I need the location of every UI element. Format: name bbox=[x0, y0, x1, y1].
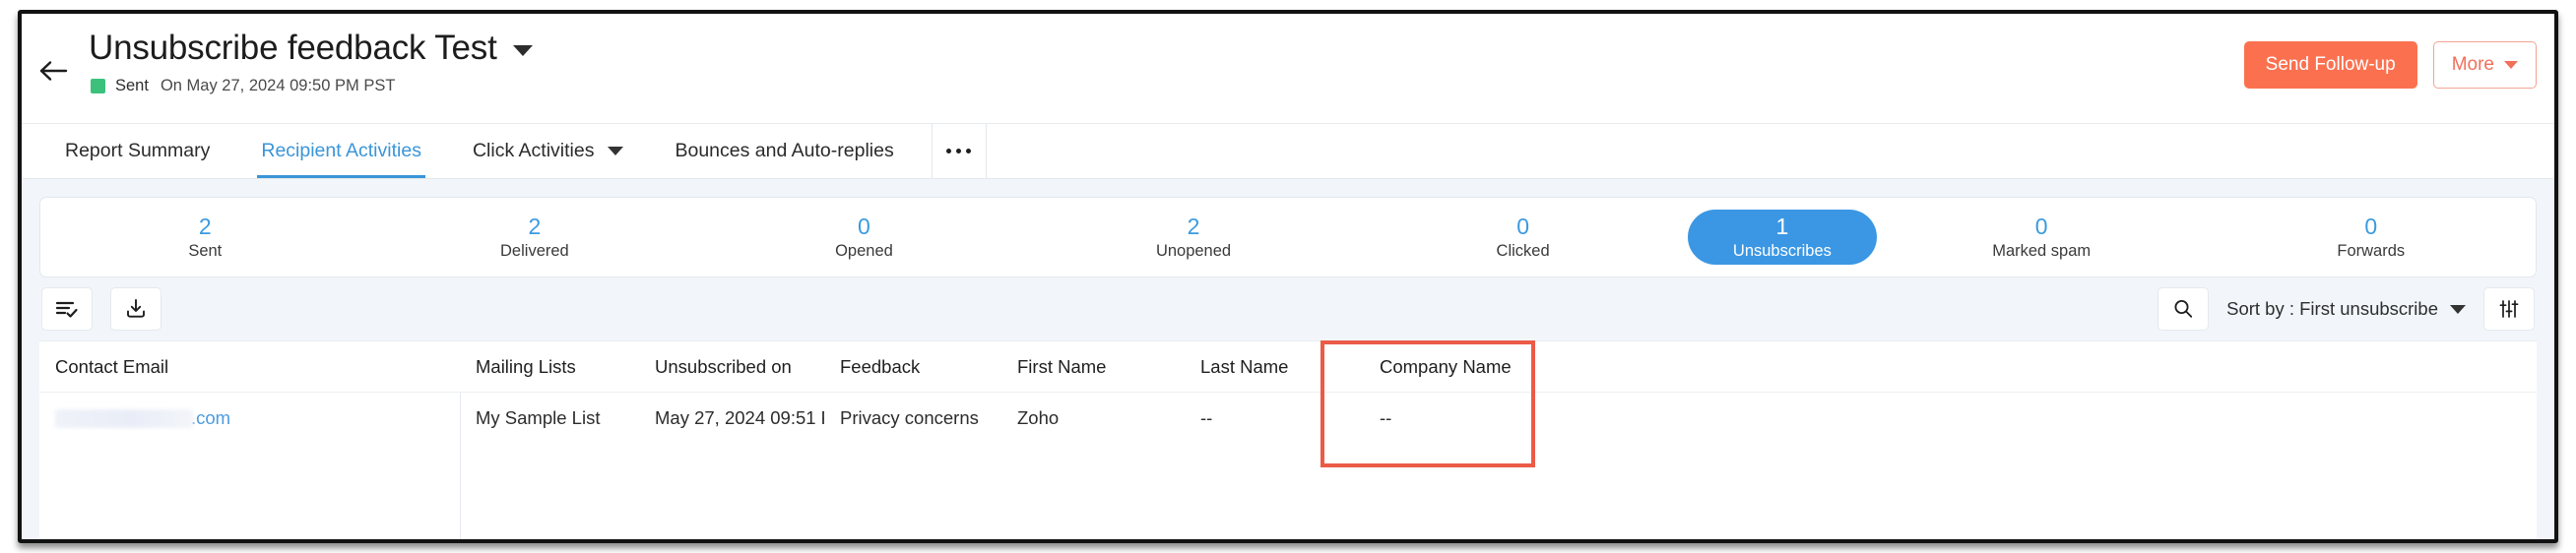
chevron-down-icon[interactable] bbox=[513, 45, 533, 56]
email-suffix: .com bbox=[191, 408, 230, 429]
cell-mailing-list: My Sample List bbox=[460, 407, 639, 429]
stat-label: Delivered bbox=[500, 241, 569, 261]
cell-unsubscribed-on: May 27, 2024 09:51 PM PST bbox=[639, 407, 824, 429]
cell-last-name: -- bbox=[1185, 407, 1364, 429]
sliders-icon[interactable] bbox=[2483, 287, 2535, 331]
header-actions: Send Follow-up More bbox=[2244, 41, 2537, 89]
title-row[interactable]: Unsubscribe feedback Test bbox=[89, 28, 533, 69]
tab-click-activities[interactable]: Click Activities bbox=[447, 124, 650, 178]
download-icon[interactable] bbox=[110, 287, 161, 331]
page-title: Unsubscribe feedback Test bbox=[89, 28, 497, 69]
recipients-table: Contact Email Mailing Lists Unsubscribed… bbox=[39, 340, 2537, 543]
stat-label: Unopened bbox=[1156, 241, 1231, 261]
column-header-contact-email[interactable]: Contact Email bbox=[39, 356, 460, 378]
title-block: Unsubscribe feedback Test Sent On May 27… bbox=[89, 28, 533, 95]
tab-label: Click Activities bbox=[473, 140, 595, 162]
stat-value: 0 bbox=[1516, 214, 1529, 239]
column-header-company-name[interactable]: Company Name bbox=[1364, 356, 1620, 378]
list-check-icon[interactable] bbox=[41, 287, 93, 331]
chevron-down-icon bbox=[608, 147, 623, 155]
stats-summary-bar: 2 Sent 2 Delivered 0 Opened 2 Unopened 0… bbox=[39, 197, 2537, 277]
table-toolbar: Sort by : First unsubscribe bbox=[39, 277, 2537, 340]
stat-value: 2 bbox=[1188, 214, 1200, 239]
stat-label: Sent bbox=[188, 241, 222, 261]
cell-first-name: Zoho bbox=[1001, 407, 1185, 429]
table-row[interactable]: .com My Sample List May 27, 2024 09:51 P… bbox=[39, 393, 2537, 444]
column-header-last-name[interactable]: Last Name bbox=[1185, 356, 1364, 378]
tab-label: Bounces and Auto-replies bbox=[675, 140, 893, 162]
stat-clicked[interactable]: 0 Clicked bbox=[1358, 198, 1688, 276]
table-header-row: Contact Email Mailing Lists Unsubscribed… bbox=[39, 341, 2537, 393]
cell-company-name: -- bbox=[1364, 407, 1620, 429]
chevron-down-icon bbox=[2450, 305, 2466, 314]
stat-value: 2 bbox=[528, 214, 541, 239]
stat-value: 0 bbox=[858, 214, 870, 239]
status-badge bbox=[91, 79, 105, 93]
status-row: Sent On May 27, 2024 09:50 PM PST bbox=[89, 77, 533, 95]
stat-value: 2 bbox=[199, 214, 212, 239]
tab-report-summary[interactable]: Report Summary bbox=[39, 124, 235, 178]
more-button[interactable]: More bbox=[2433, 41, 2537, 89]
stat-label: Opened bbox=[835, 241, 893, 261]
stat-unsubscribes[interactable]: 1 Unsubscribes bbox=[1688, 210, 1877, 265]
sort-by-label: Sort by : First unsubscribe bbox=[2226, 298, 2438, 320]
tab-label: Report Summary bbox=[65, 140, 210, 162]
stat-unopened[interactable]: 2 Unopened bbox=[1029, 198, 1359, 276]
stat-label: Clicked bbox=[1497, 241, 1550, 261]
stat-sent[interactable]: 2 Sent bbox=[40, 198, 370, 276]
tab-recipient-activities[interactable]: Recipient Activities bbox=[235, 124, 447, 178]
stat-forwards[interactable]: 0 Forwards bbox=[2206, 198, 2536, 276]
stat-label: Unsubscribes bbox=[1733, 241, 1832, 261]
redacted-email-mask bbox=[55, 409, 193, 428]
send-follow-up-button[interactable]: Send Follow-up bbox=[2244, 41, 2417, 89]
cell-feedback: Privacy concerns bbox=[824, 407, 1001, 429]
sort-by-dropdown[interactable]: Sort by : First unsubscribe bbox=[2226, 298, 2466, 320]
tab-label: Recipient Activities bbox=[261, 140, 421, 162]
ellipsis-dots bbox=[946, 149, 971, 154]
tab-bounces-and-auto-replies[interactable]: Bounces and Auto-replies bbox=[649, 124, 919, 178]
stat-value: 0 bbox=[2364, 214, 2377, 239]
stat-marked-spam[interactable]: 0 Marked spam bbox=[1877, 198, 2207, 276]
column-header-unsubscribed-on[interactable]: Unsubscribed on bbox=[639, 356, 824, 378]
search-icon[interactable] bbox=[2157, 287, 2209, 331]
stat-label: Forwards bbox=[2337, 241, 2405, 261]
stat-delivered[interactable]: 2 Delivered bbox=[370, 198, 700, 276]
chevron-down-icon bbox=[2504, 61, 2518, 69]
back-arrow-icon[interactable] bbox=[32, 53, 75, 89]
tab-bar: Report Summary Recipient Activities Clic… bbox=[22, 124, 2554, 179]
column-header-mailing-lists[interactable]: Mailing Lists bbox=[460, 356, 639, 378]
app-window: Unsubscribe feedback Test Sent On May 27… bbox=[18, 10, 2558, 543]
stat-value: 1 bbox=[1775, 214, 1788, 239]
stat-value: 0 bbox=[2035, 214, 2048, 239]
status-timestamp: On May 27, 2024 09:50 PM PST bbox=[161, 77, 395, 95]
status-label: Sent bbox=[115, 77, 149, 95]
toolbar-right-group: Sort by : First unsubscribe bbox=[2157, 287, 2535, 331]
ellipsis-icon[interactable] bbox=[932, 124, 987, 178]
more-button-label: More bbox=[2452, 54, 2494, 76]
column-header-feedback[interactable]: Feedback bbox=[824, 356, 1001, 378]
frozen-column-divider bbox=[460, 393, 461, 543]
stat-opened[interactable]: 0 Opened bbox=[699, 198, 1029, 276]
page-header: Unsubscribe feedback Test Sent On May 27… bbox=[22, 14, 2554, 124]
cell-contact-email[interactable]: .com bbox=[39, 406, 460, 429]
stat-label: Marked spam bbox=[1992, 241, 2091, 261]
column-header-first-name[interactable]: First Name bbox=[1001, 356, 1185, 378]
page-body: 2 Sent 2 Delivered 0 Opened 2 Unopened 0… bbox=[22, 179, 2554, 539]
